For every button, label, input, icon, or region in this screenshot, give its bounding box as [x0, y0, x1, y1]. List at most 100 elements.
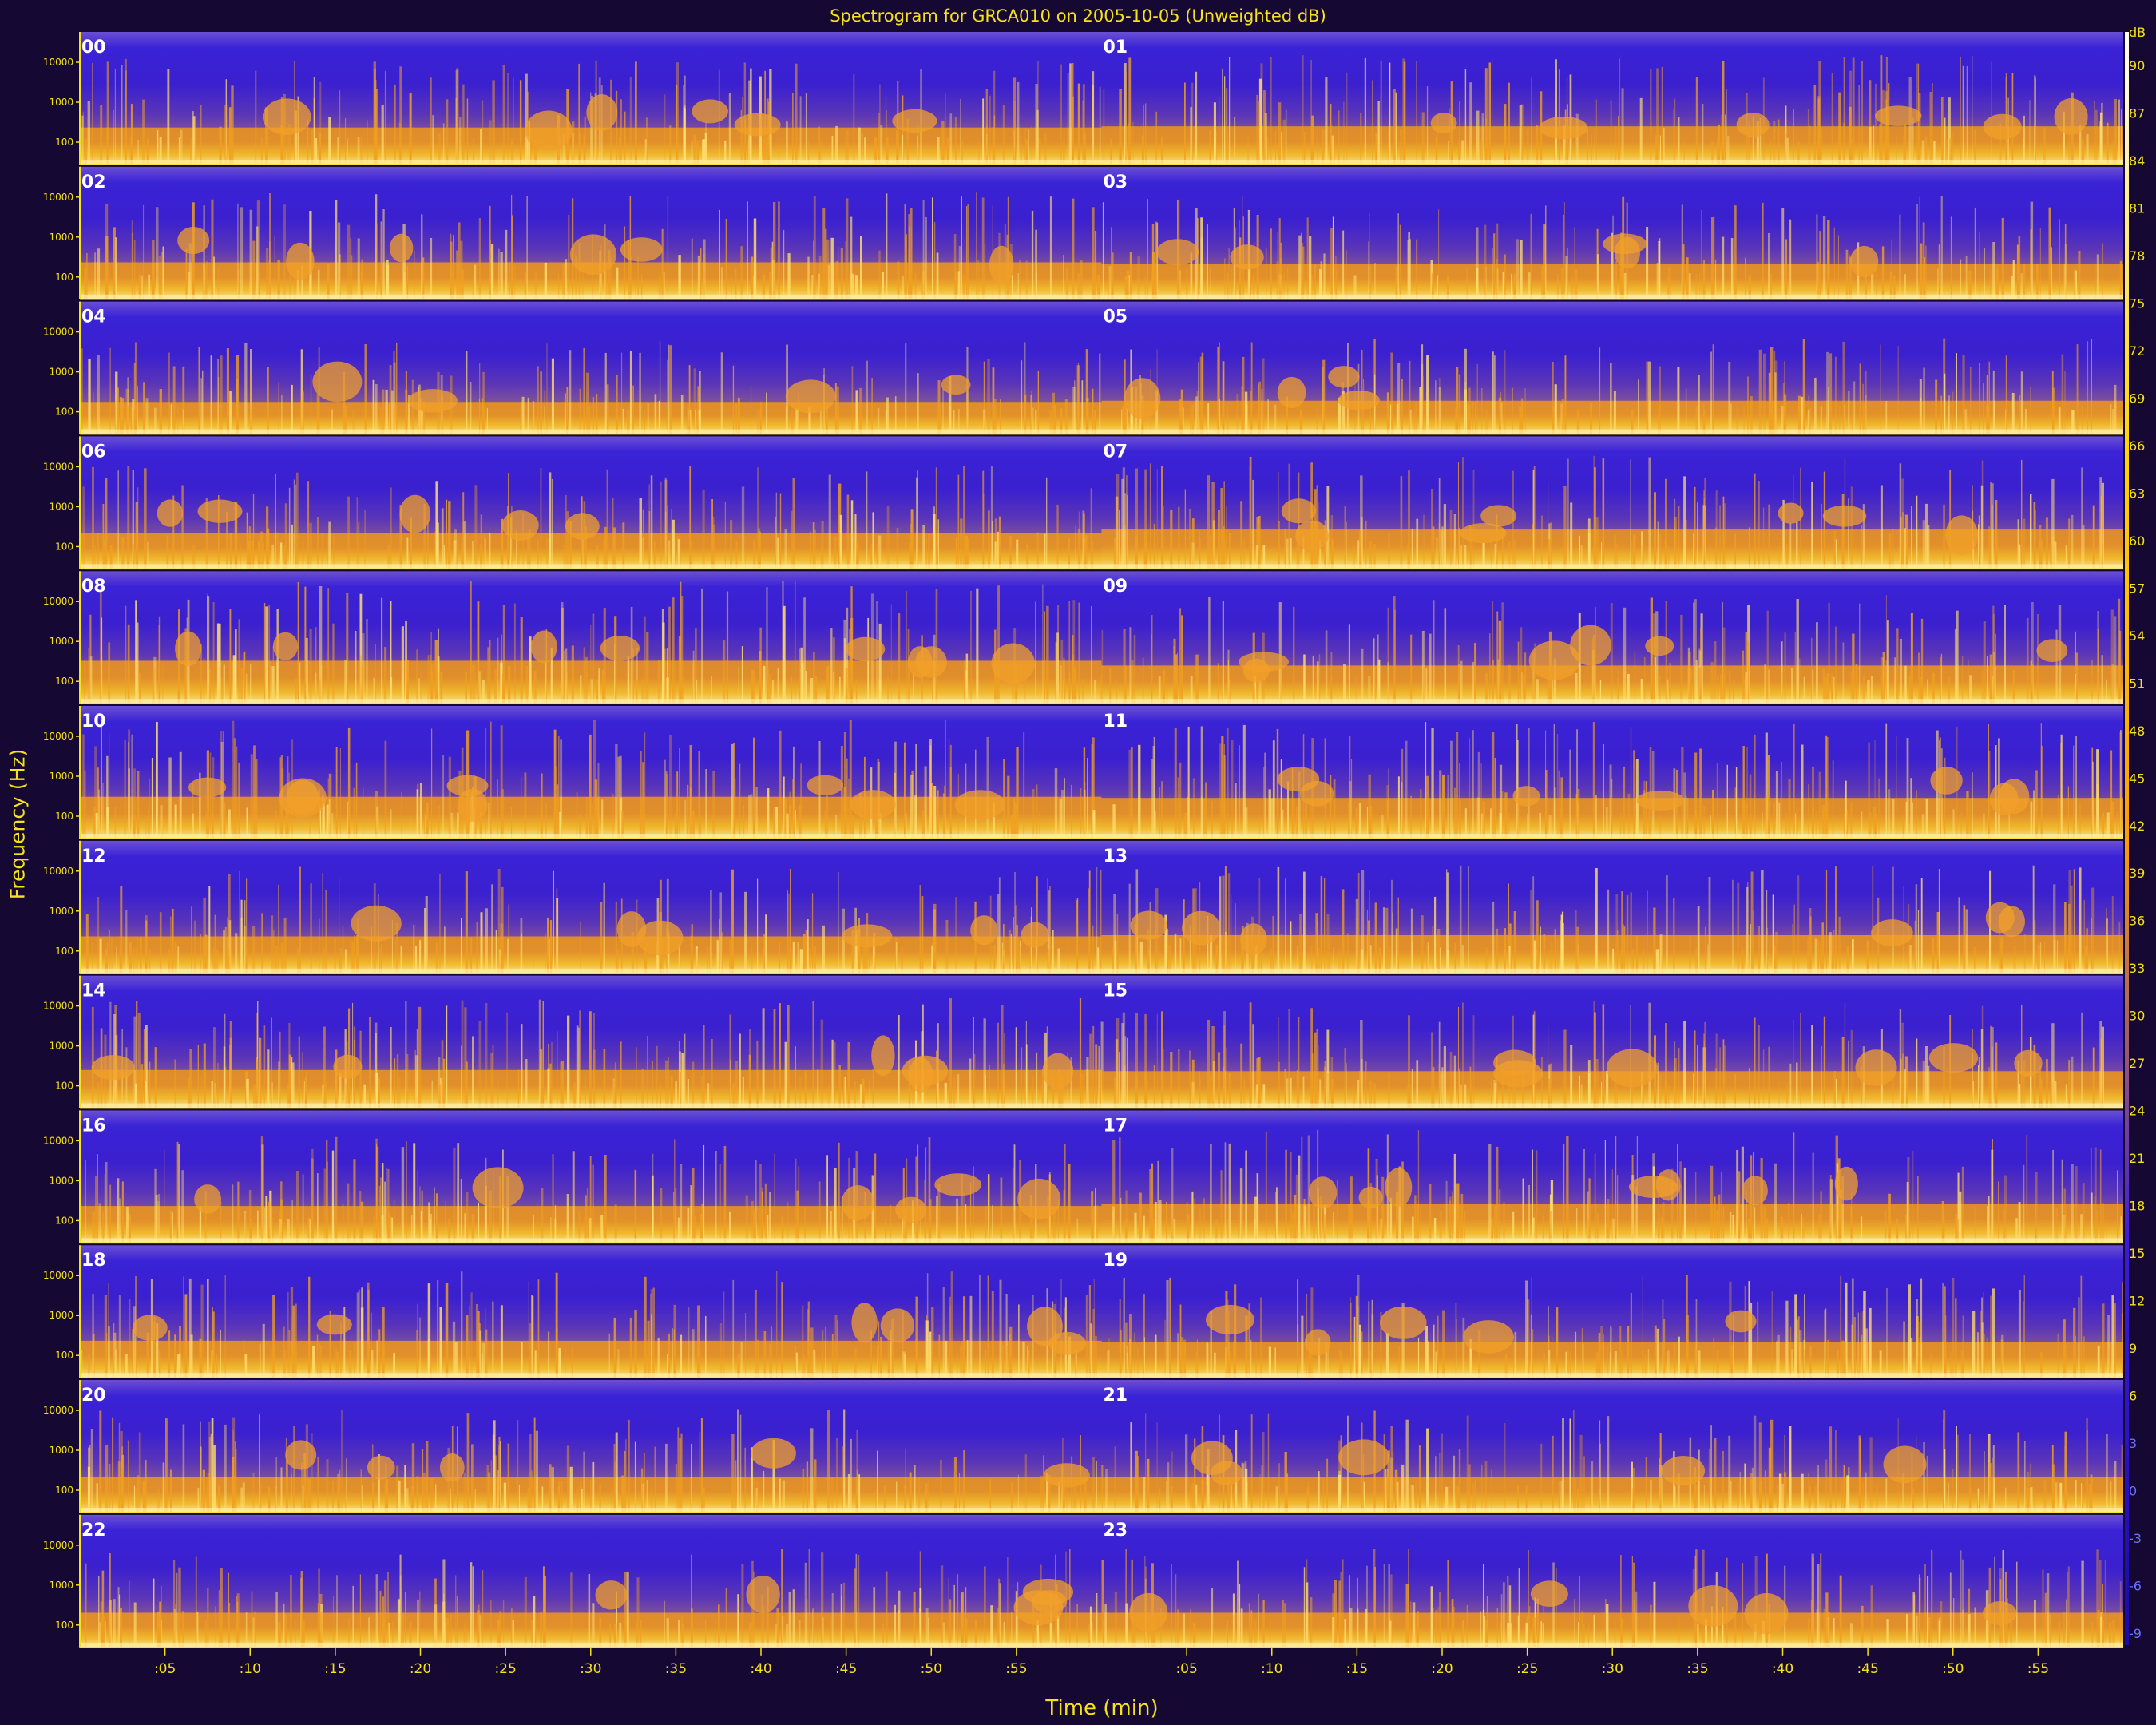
energy-spike: [992, 127, 994, 165]
energy-spike: [1852, 58, 1855, 165]
energy-spike: [1899, 1009, 1902, 1108]
energy-spike: [585, 797, 589, 839]
energy-spike: [612, 498, 614, 569]
energy-spike: [963, 466, 965, 569]
energy-spike: [1330, 1057, 1334, 1108]
energy-spike: [461, 918, 462, 974]
energy-spike: [1431, 728, 1434, 839]
energy-spike: [1992, 242, 1995, 299]
energy-spike: [1522, 1178, 1524, 1243]
energy-spike: [1484, 68, 1488, 165]
vocalization-blob: [954, 790, 1005, 820]
energy-spike: [1689, 936, 1691, 974]
energy-spike: [843, 787, 846, 839]
low-frequency-floor: [1101, 1238, 2123, 1243]
energy-spike: [684, 1033, 686, 1108]
energy-spike: [1981, 670, 1984, 704]
energy-spike: [1528, 1184, 1530, 1243]
vocalization-blob: [132, 1315, 168, 1341]
energy-spike: [459, 117, 462, 165]
energy-spike: [1399, 129, 1403, 165]
energy-spike: [339, 90, 341, 165]
energy-spike: [1081, 1073, 1084, 1108]
y-tick-label: 10000: [43, 866, 73, 877]
energy-spike: [2051, 370, 2054, 434]
vocalization-blob: [2036, 639, 2068, 662]
energy-spike: [680, 1164, 683, 1243]
vocalization-blob: [408, 389, 458, 413]
energy-spike: [1644, 656, 1646, 704]
energy-spike: [589, 1011, 592, 1108]
energy-spike: [2064, 902, 2067, 974]
energy-spike: [143, 204, 145, 299]
vocalization-blob: [1539, 116, 1588, 140]
energy-spike: [1678, 1184, 1682, 1243]
energy-spike: [1462, 457, 1464, 569]
energy-spike: [1021, 360, 1023, 434]
energy-spike: [994, 399, 997, 434]
energy-spike: [549, 920, 553, 974]
energy-spike: [541, 773, 543, 839]
energy-spike: [697, 1305, 700, 1378]
energy-spike: [1484, 224, 1487, 299]
energy-spike: [612, 793, 614, 839]
low-frequency-floor: [80, 834, 1102, 839]
energy-spike: [846, 494, 850, 569]
energy-spike: [898, 1015, 900, 1108]
energy-spike: [807, 256, 810, 299]
energy-spike: [2001, 217, 2004, 299]
energy-spike: [420, 1211, 422, 1243]
energy-spike: [624, 111, 626, 165]
energy-spike: [1714, 641, 1717, 704]
energy-spike: [664, 759, 666, 839]
energy-spike: [443, 1058, 446, 1108]
energy-spike: [501, 789, 505, 839]
energy-spike: [1980, 1029, 1984, 1108]
energy-spike: [747, 201, 748, 299]
vocalization-blob: [1493, 1049, 1536, 1076]
hour-label: 07: [1104, 442, 1128, 462]
energy-spike: [106, 755, 109, 839]
energy-spike: [1323, 253, 1326, 299]
energy-spike: [1122, 1012, 1126, 1108]
energy-spike: [1734, 1074, 1736, 1108]
energy-spike: [416, 649, 418, 704]
energy-spike: [1646, 781, 1648, 839]
energy-spike: [1431, 489, 1433, 569]
energy-spike: [1367, 920, 1370, 974]
energy-spike: [604, 1155, 607, 1243]
energy-spike: [955, 897, 957, 974]
energy-spike: [114, 68, 116, 165]
energy-spike: [1401, 782, 1403, 839]
low-frequency-floor: [80, 1103, 1102, 1108]
energy-spike: [127, 624, 130, 704]
energy-spike: [1389, 1197, 1393, 1243]
vocalization-blob: [194, 1184, 221, 1214]
energy-spike: [795, 1158, 797, 1243]
energy-spike: [317, 1173, 319, 1243]
vocalization-blob: [1130, 910, 1167, 940]
energy-spike: [1710, 1165, 1714, 1243]
energy-spike: [1563, 202, 1565, 299]
energy-spike: [1002, 105, 1005, 165]
energy-spike: [1587, 128, 1588, 165]
energy-spike: [1915, 884, 1918, 974]
energy-spike: [1767, 755, 1770, 839]
vocalization-blob: [1156, 239, 1199, 265]
energy-spike: [799, 648, 801, 704]
energy-spike: [763, 934, 765, 974]
y-tick-label: 100: [55, 676, 73, 687]
energy-spike: [558, 736, 560, 839]
energy-spike: [1372, 80, 1373, 165]
energy-spike: [1265, 247, 1267, 299]
energy-spike: [497, 779, 498, 839]
energy-spike: [834, 536, 837, 569]
energy-spike: [1781, 208, 1785, 299]
energy-spike: [1667, 667, 1668, 704]
energy-spike: [168, 1330, 171, 1378]
energy-spike: [1835, 356, 1837, 434]
energy-spike: [436, 1193, 438, 1243]
energy-spike: [257, 1210, 259, 1243]
energy-spike: [1745, 257, 1746, 299]
energy-spike: [938, 1334, 941, 1378]
